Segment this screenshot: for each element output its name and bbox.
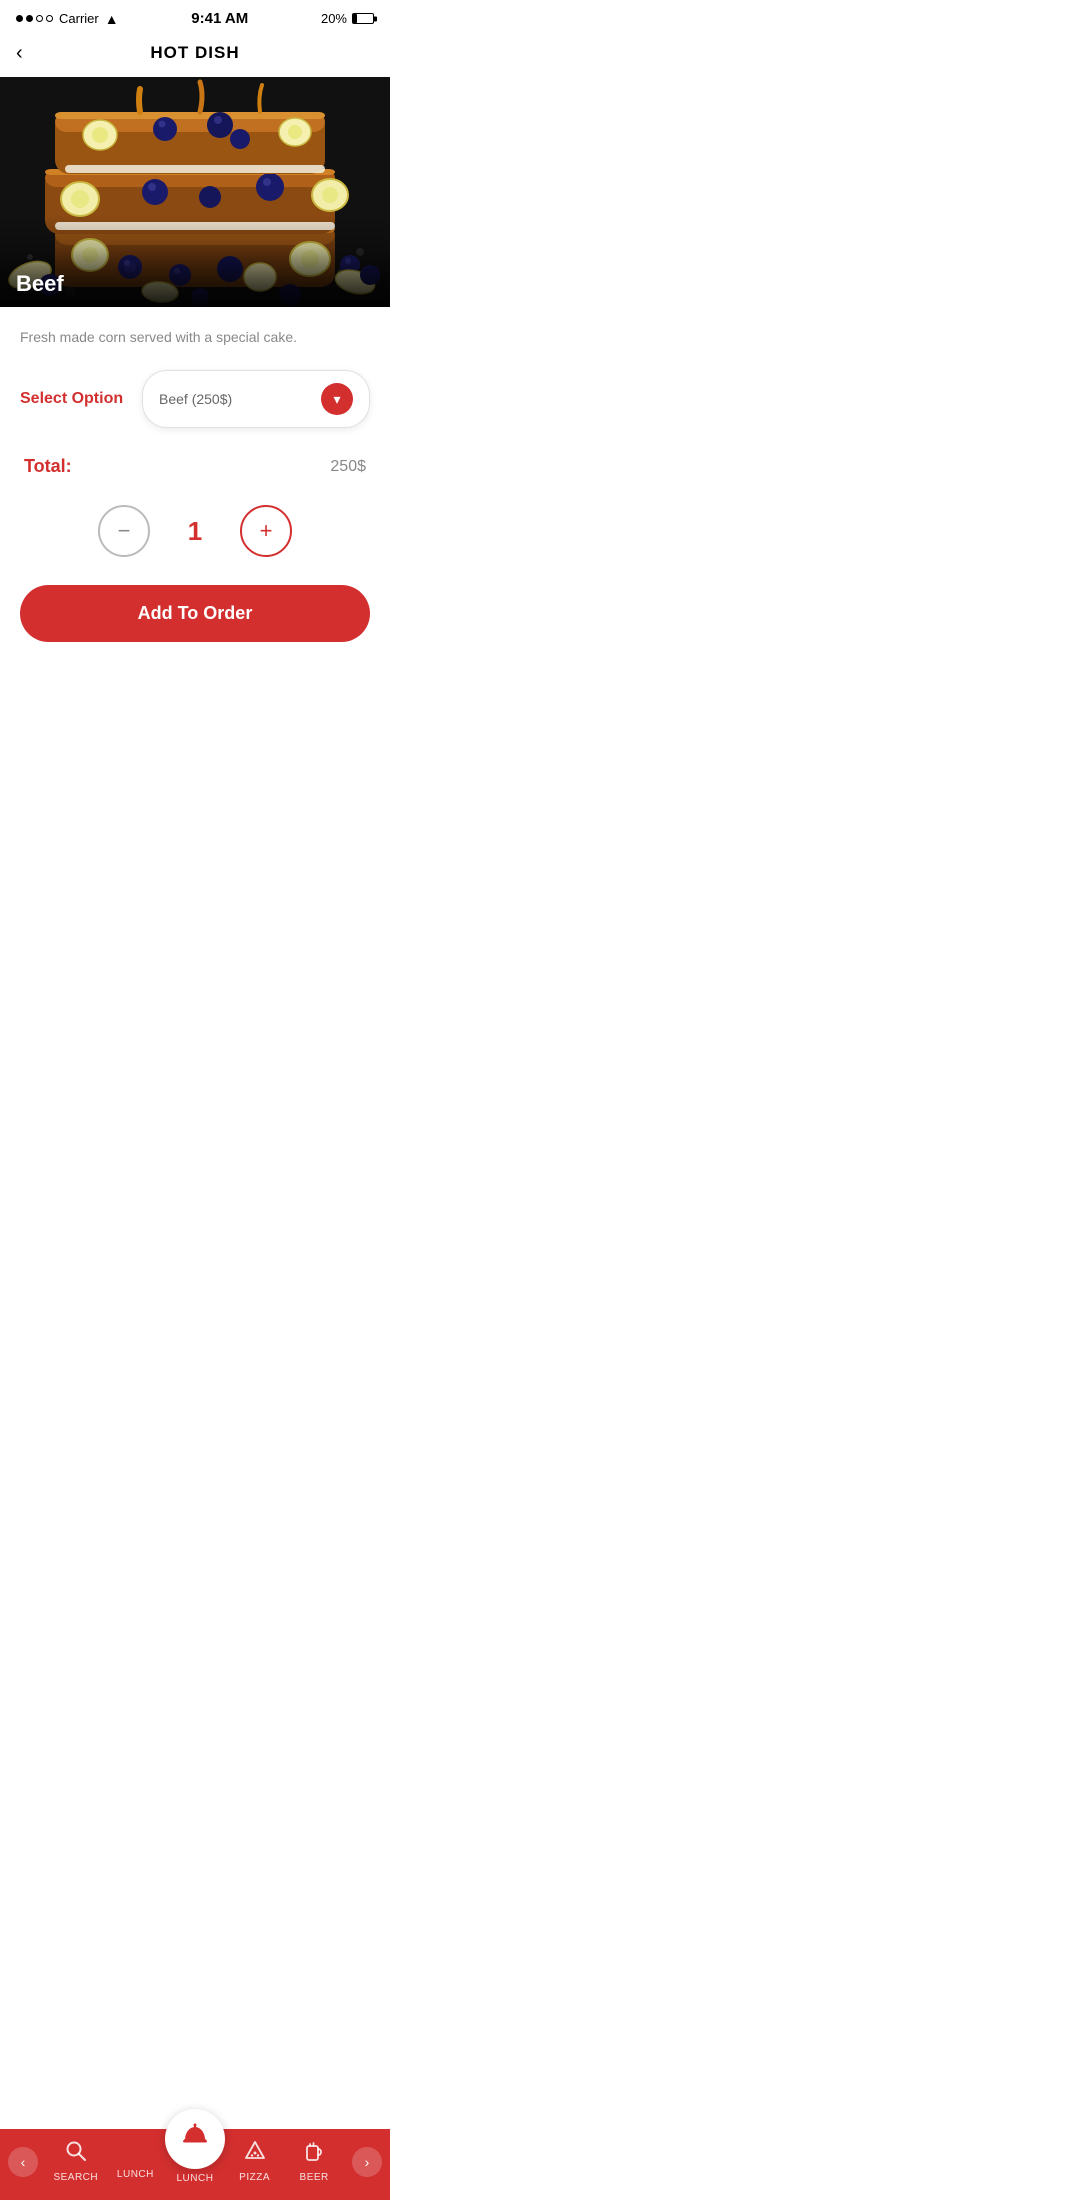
pizza-icon: [244, 2140, 266, 2168]
dish-description: Fresh made corn served with a special ca…: [20, 327, 370, 348]
dish-name: Beef: [16, 271, 64, 297]
wifi-icon: ▲: [105, 11, 119, 27]
nav-item-lunch[interactable]: LUNCH: [106, 2143, 166, 2180]
nav-prev-arrow[interactable]: ‹: [8, 2147, 38, 2177]
image-overlay: Beef: [0, 247, 390, 307]
bottom-navigation: ‹ SEARCH LUNCH: [0, 2129, 390, 2200]
dropdown-button[interactable]: ▾: [321, 383, 353, 415]
quantity-display: 1: [180, 516, 210, 547]
dot-1: [16, 15, 23, 22]
search-icon: [65, 2140, 87, 2168]
chevron-down-icon: ▾: [333, 391, 340, 408]
content-area: Fresh made corn served with a special ca…: [0, 307, 390, 748]
status-time: 9:41 AM: [191, 10, 248, 27]
nav-center-item[interactable]: LUNCH: [165, 2139, 225, 2184]
carrier-label: Carrier: [59, 11, 99, 26]
total-row: Total: 250$: [20, 456, 370, 477]
beer-icon: [303, 2140, 325, 2168]
dot-4: [46, 15, 53, 22]
chevron-left-icon: ‹: [21, 2154, 26, 2170]
signal-strength: [16, 15, 53, 22]
nav-item-pizza[interactable]: PIZZA: [225, 2140, 285, 2183]
battery-icon: [352, 13, 374, 24]
status-bar: Carrier ▲ 9:41 AM 20%: [0, 0, 390, 33]
cloche-icon: [181, 2122, 209, 2157]
dot-2: [26, 15, 33, 22]
nav-pizza-label: PIZZA: [239, 2172, 270, 2183]
total-value: 250$: [330, 458, 366, 476]
back-button[interactable]: ‹: [16, 42, 23, 65]
total-label: Total:: [24, 456, 72, 477]
select-dropdown[interactable]: Beef (250$) ▾: [142, 370, 370, 428]
nav-center-circle[interactable]: [165, 2109, 225, 2169]
add-to-order-button[interactable]: Add To Order: [20, 585, 370, 642]
nav-item-search[interactable]: SEARCH: [46, 2140, 106, 2183]
header: ‹ HOT DISH: [0, 33, 390, 77]
chevron-right-icon: ›: [365, 2154, 370, 2170]
nav-item-beer[interactable]: BEER: [284, 2140, 344, 2183]
nav-lunch-label: LUNCH: [117, 2169, 154, 2180]
dot-3: [36, 15, 43, 22]
quantity-row: − 1 +: [20, 505, 370, 557]
battery-percent: 20%: [321, 11, 347, 26]
quantity-decrease-button[interactable]: −: [98, 505, 150, 557]
select-option-label: Select Option: [20, 390, 130, 408]
select-option-row: Select Option Beef (250$) ▾: [20, 370, 370, 428]
page-title: HOT DISH: [150, 43, 239, 63]
nav-center-label: LUNCH: [177, 2173, 214, 2184]
food-image: Beef: [0, 77, 390, 307]
nav-search-label: SEARCH: [53, 2172, 98, 2183]
status-right: 20%: [321, 11, 374, 26]
select-current-value: Beef (250$): [159, 391, 232, 407]
status-left: Carrier ▲: [16, 11, 119, 27]
nav-next-arrow[interactable]: ›: [352, 2147, 382, 2177]
quantity-increase-button[interactable]: +: [240, 505, 292, 557]
nav-beer-label: BEER: [300, 2172, 329, 2183]
